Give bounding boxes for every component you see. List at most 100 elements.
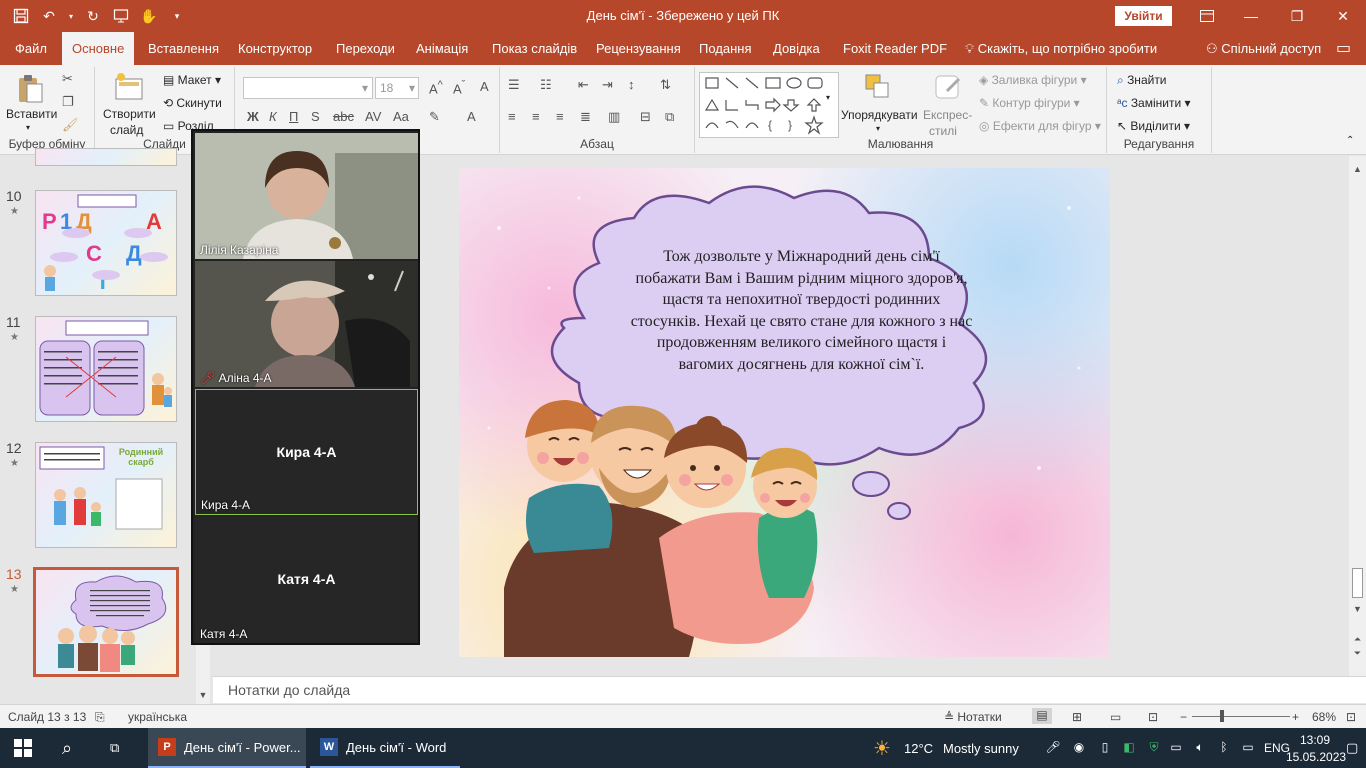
task-view-icon[interactable]: ⧉ [110, 728, 119, 768]
quick-styles-label-1[interactable]: Експрес- [923, 108, 972, 122]
numbering-icon[interactable]: ☷ [540, 77, 552, 93]
clear-format-icon[interactable]: A [480, 79, 489, 94]
paste-button-label[interactable]: Вставити [6, 107, 57, 121]
paste-dropdown-icon[interactable]: ▾ [26, 123, 30, 132]
tell-me-search[interactable]: 💡︎ Скажіть, що потрібно зробити [955, 32, 1167, 65]
weather-sun-icon[interactable]: ☀ [873, 728, 891, 768]
new-slide-label-2[interactable]: слайд [110, 123, 143, 137]
windows-start-icon[interactable] [14, 728, 32, 768]
microphone-icon[interactable]: 🎤︎ [1045, 740, 1061, 756]
fit-to-window-icon[interactable]: ⊡ [1346, 710, 1356, 724]
next-slide-icon[interactable]: ⏷ [1349, 646, 1366, 660]
app-tray-icon[interactable]: ◧ [1121, 740, 1137, 756]
shape-outline-button[interactable]: ✎ Контур фігури ▾ [979, 96, 1080, 110]
new-slide-label-1[interactable]: Створити [103, 107, 156, 121]
scroll-up-icon[interactable]: ▲ [1349, 162, 1366, 176]
paste-icon[interactable] [14, 73, 46, 105]
cut-icon[interactable]: ✂ [62, 71, 73, 87]
tab-slideshow[interactable]: Показ слайдів [482, 32, 587, 65]
video-tile-participant-4[interactable]: Катя 4-А Катя 4-А [195, 517, 418, 643]
tab-file[interactable]: Файл [5, 32, 57, 65]
notes-pane[interactable]: Нотатки до слайда [213, 676, 1366, 703]
slide-wish-text[interactable]: Тож дозвольте у Міжнародний день сім'ї п… [629, 246, 974, 375]
highlight-icon[interactable]: ✎ [429, 109, 440, 125]
thumbnail-slide-9-partial[interactable] [35, 148, 177, 166]
search-icon[interactable]: ⌕ [62, 728, 72, 768]
find-button[interactable]: ⌕ Знайти [1117, 73, 1167, 88]
close-icon[interactable]: ✕ [1320, 0, 1366, 32]
strikethrough-icon[interactable]: abc [333, 109, 354, 124]
quick-styles-label-2[interactable]: стилі [929, 124, 957, 138]
font-name-combo[interactable]: ▾ [243, 77, 373, 99]
font-size-combo[interactable]: 18 ▾ [375, 77, 419, 99]
shield-icon[interactable]: ⛨ [1146, 740, 1162, 756]
shape-effects-button[interactable]: ◎ Ефекти для фігур ▾ [979, 119, 1101, 133]
sign-in-button[interactable]: Увійти [1115, 6, 1172, 26]
new-slide-icon[interactable] [113, 71, 145, 103]
taskbar-app-word[interactable]: W День сім'ї - Word [310, 728, 460, 768]
format-painter-icon[interactable]: 🖌︎ [62, 117, 79, 133]
copy-icon[interactable]: ❐ [62, 94, 74, 110]
usb-icon[interactable]: ▯ [1097, 740, 1113, 756]
underline-icon[interactable]: П [289, 109, 298, 124]
zoom-level[interactable]: 68% [1312, 710, 1336, 724]
video-tile-participant-2[interactable]: 🎤︎ Аліна 4-А [195, 261, 418, 387]
scroll-thumb[interactable] [1352, 568, 1363, 598]
italic-icon[interactable]: К [269, 109, 277, 124]
thumbnail-slide-13-selected[interactable] [33, 567, 179, 677]
clock-time[interactable]: 13:09 [1300, 731, 1330, 748]
spellcheck-icon[interactable]: ⎘ [95, 710, 105, 725]
weather-description[interactable]: Mostly sunny [943, 728, 1019, 768]
shadow-icon[interactable]: S [311, 109, 320, 124]
justify-icon[interactable]: ≣ [580, 109, 591, 125]
smartart-icon[interactable]: ⧉ [665, 109, 674, 125]
line-spacing-icon[interactable]: ↕ [628, 77, 635, 92]
tab-animations[interactable]: Анімація [406, 32, 478, 65]
thumbnails-scroll-down-icon[interactable]: ▼ [196, 688, 210, 702]
bluetooth-icon[interactable]: ᛒ [1216, 740, 1232, 756]
zoom-in-icon[interactable]: + [1292, 710, 1299, 724]
quick-styles-icon[interactable] [933, 71, 965, 103]
restore-icon[interactable]: ❐ [1274, 0, 1320, 32]
network-icon[interactable]: ▭ [1168, 740, 1184, 756]
text-direction-icon[interactable]: ⇅ [660, 77, 671, 93]
thumbnail-slide-12[interactable]: Родинний скарб [35, 442, 177, 548]
slide-sorter-icon[interactable]: ⊞ [1072, 710, 1082, 724]
char-spacing-icon[interactable]: AV [365, 109, 381, 124]
clock-date[interactable]: 15.05.2023 [1286, 748, 1346, 765]
layout-button[interactable]: ▤ Макет ▾ [163, 73, 221, 87]
align-text-icon[interactable]: ⊟ [640, 109, 651, 125]
tab-help[interactable]: Довідка [763, 32, 830, 65]
weather-temp[interactable]: 12°C [904, 728, 933, 768]
tab-transitions[interactable]: Переходи [326, 32, 405, 65]
slideshow-icon[interactable]: ⊡ [1148, 710, 1158, 724]
align-center-icon[interactable]: ≡ [532, 109, 540, 124]
volume-icon[interactable]: 🔈︎ [1192, 740, 1208, 756]
increase-font-icon[interactable]: A^ [429, 79, 443, 96]
tab-insert[interactable]: Вставлення [138, 32, 229, 65]
replace-button[interactable]: ᵃc Замінити ▾ [1117, 96, 1191, 110]
notes-toggle[interactable]: ≜ Нотатки [944, 710, 1002, 724]
tab-review[interactable]: Рецензування [586, 32, 691, 65]
bold-icon[interactable]: Ж [247, 109, 259, 124]
normal-view-icon[interactable]: ▤ [1032, 708, 1052, 724]
thumbnail-slide-11[interactable] [35, 316, 177, 422]
bullets-icon[interactable]: ☰ [508, 77, 520, 93]
collapse-ribbon-icon[interactable]: ⌃ [1346, 135, 1354, 146]
thumbnail-slide-10[interactable]: Р 1 Д А С Д Т [35, 190, 177, 296]
zoom-out-icon[interactable]: − [1180, 710, 1187, 724]
zoom-slider[interactable] [1192, 716, 1290, 717]
change-case-icon[interactable]: Aa [393, 109, 409, 124]
arrange-icon[interactable] [862, 71, 894, 103]
comments-icon[interactable]: ▭ [1326, 32, 1361, 65]
columns-icon[interactable]: ▥ [608, 109, 620, 125]
reading-view-icon[interactable]: ▭ [1110, 710, 1121, 724]
decrease-font-icon[interactable]: Aˇ [453, 79, 465, 96]
taskbar-app-powerpoint[interactable]: P День сім'ї - Power... [148, 728, 306, 768]
tab-foxit[interactable]: Foxit Reader PDF [833, 32, 957, 65]
scroll-down-icon[interactable]: ▼ [1349, 602, 1366, 616]
tab-view[interactable]: Подання [689, 32, 762, 65]
shape-fill-button[interactable]: ◈ Заливка фігури ▾ [979, 73, 1087, 87]
shapes-more-icon[interactable]: ▾ [826, 93, 830, 102]
language-indicator[interactable]: українська [128, 710, 187, 724]
